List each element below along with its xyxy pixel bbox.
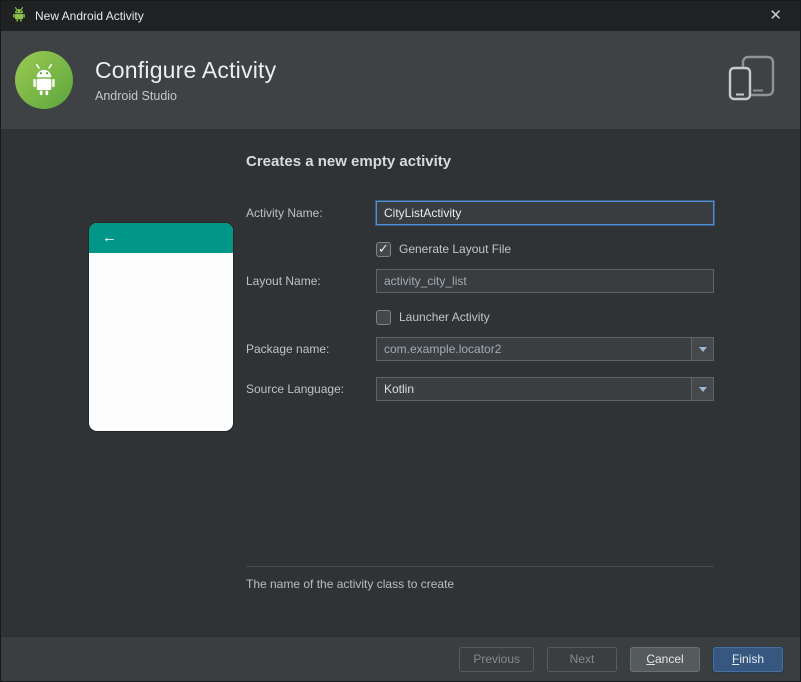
android-icon (11, 6, 27, 27)
header-text: Configure Activity Android Studio (95, 57, 276, 103)
layout-name-label: Layout Name: (246, 274, 321, 288)
source-language-dropdown-button[interactable] (691, 378, 713, 400)
chevron-down-icon (698, 386, 707, 392)
android-studio-logo (15, 51, 73, 109)
wizard-body: Creates a new empty activity ← Activity … (1, 129, 800, 636)
close-icon[interactable]: ✕ (761, 1, 790, 31)
form-factor-devices-icon (726, 54, 778, 107)
finish-button[interactable]: Finish (713, 646, 783, 672)
package-name-label: Package name: (246, 342, 330, 356)
package-name-combobox (376, 337, 714, 361)
source-language-field-wrap: Kotlin (376, 377, 714, 401)
launcher-activity-checkbox-row[interactable]: Launcher Activity (376, 308, 490, 326)
preview-appbar: ← (89, 223, 233, 253)
generate-layout-label: Generate Layout File (399, 242, 512, 256)
activity-name-input[interactable] (376, 201, 714, 225)
chevron-down-icon (698, 346, 707, 352)
source-language-dropdown[interactable]: Kotlin (376, 377, 714, 401)
previous-button[interactable]: Previous (459, 646, 534, 672)
package-name-input[interactable] (377, 338, 691, 360)
package-name-field-wrap (376, 337, 714, 361)
launcher-activity-checkbox[interactable] (376, 309, 391, 325)
help-separator (246, 566, 714, 567)
button-bar: Previous Next Cancel Finish (1, 636, 800, 681)
title-bar: New Android Activity ✕ (1, 1, 800, 31)
window-title: New Android Activity (35, 9, 144, 23)
source-language-label: Source Language: (246, 382, 345, 396)
back-arrow-icon: ← (102, 229, 117, 246)
wizard-header: Configure Activity Android Studio (1, 31, 800, 129)
wizard-title: Configure Activity (95, 57, 277, 83)
launcher-activity-label: Launcher Activity (399, 310, 490, 324)
generate-layout-checkbox[interactable] (376, 241, 391, 257)
cancel-button[interactable]: Cancel (630, 646, 700, 672)
activity-name-field-wrap (376, 201, 714, 225)
package-name-dropdown-button[interactable] (691, 338, 713, 360)
source-language-value: Kotlin (384, 382, 415, 396)
activity-name-label: Activity Name: (246, 206, 323, 220)
step-heading: Creates a new empty activity (246, 153, 452, 170)
generate-layout-checkbox-row[interactable]: Generate Layout File (376, 240, 511, 258)
layout-name-input[interactable] (376, 269, 714, 293)
layout-name-field-wrap (376, 269, 714, 293)
next-button[interactable]: Next (547, 646, 617, 672)
wizard-subtitle: Android Studio (95, 89, 178, 103)
new-android-activity-dialog: New Android Activity ✕ Configure Activit… (0, 0, 801, 682)
activity-preview: ← (89, 223, 233, 431)
field-help-text: The name of the activity class to create (246, 577, 455, 591)
